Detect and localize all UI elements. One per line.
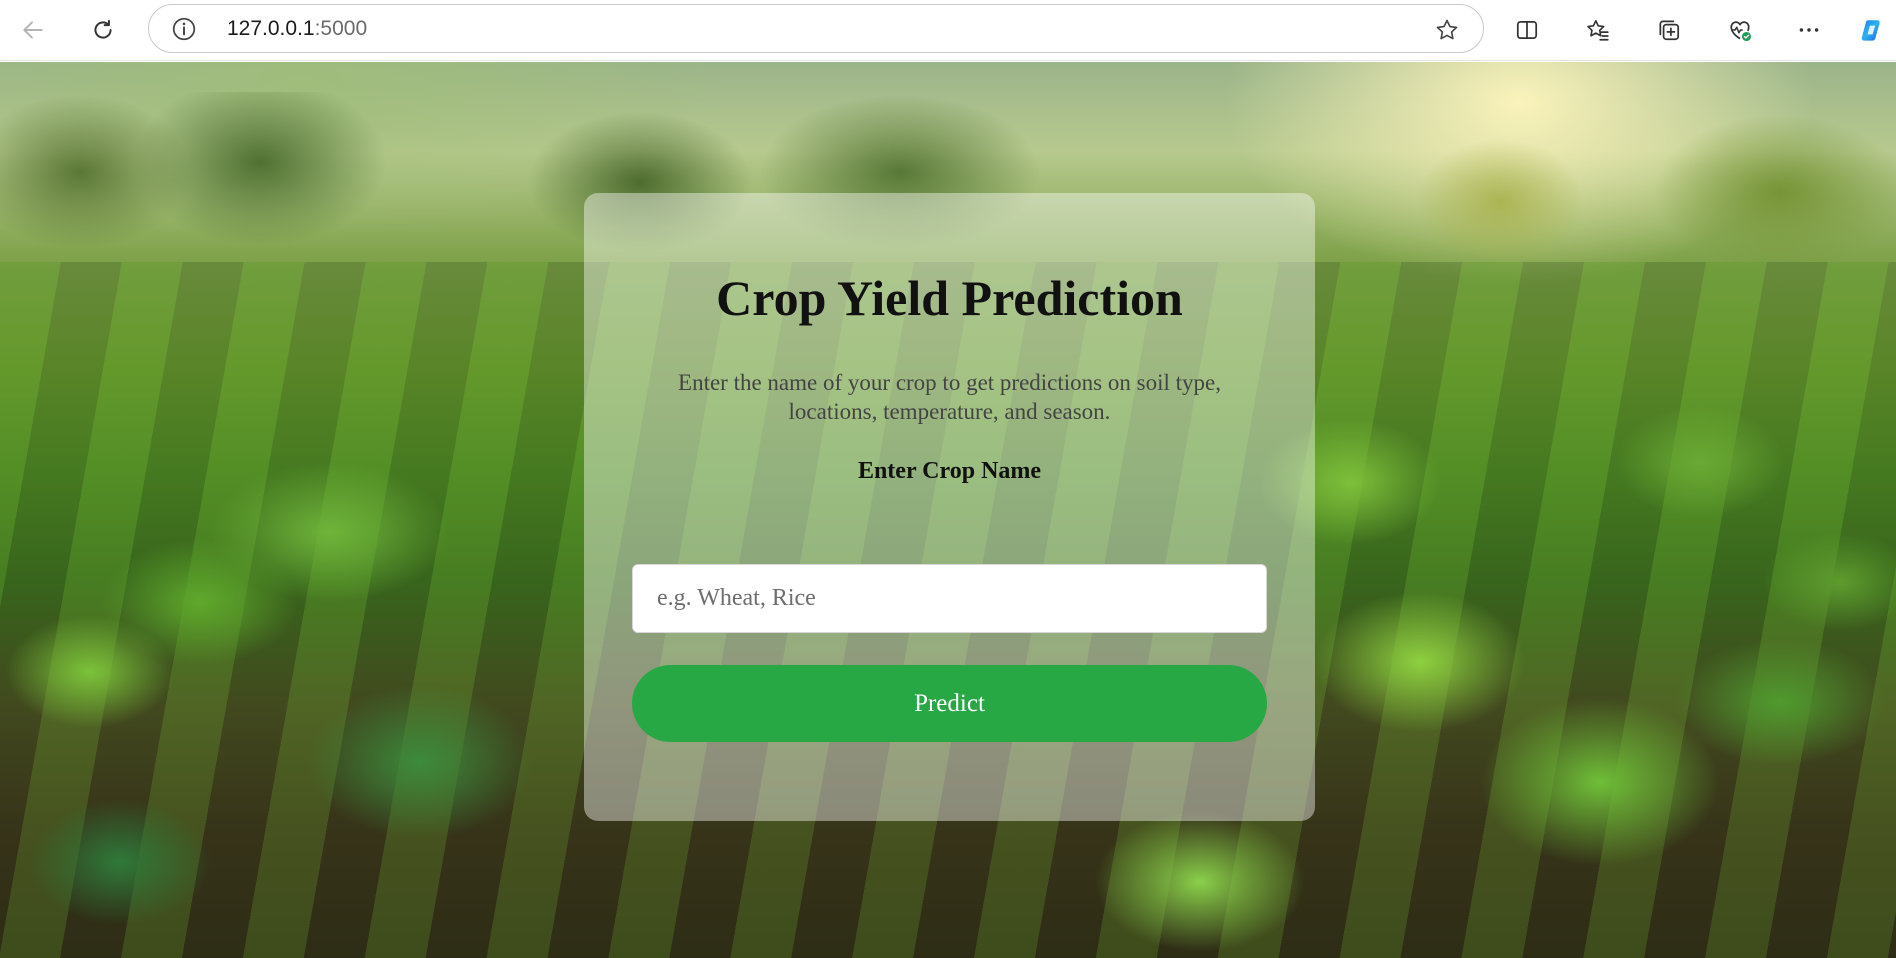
page-title: Crop Yield Prediction bbox=[716, 270, 1183, 326]
copilot-icon[interactable] bbox=[1851, 9, 1893, 51]
browser-toolbar: 127.0.0.1:5000 bbox=[0, 0, 1896, 61]
back-icon[interactable] bbox=[12, 9, 54, 51]
collections-icon[interactable] bbox=[1648, 9, 1690, 51]
address-bar[interactable]: 127.0.0.1:5000 bbox=[148, 4, 1484, 53]
crop-name-input[interactable] bbox=[632, 564, 1267, 633]
url-text[interactable]: 127.0.0.1:5000 bbox=[227, 17, 367, 41]
split-screen-icon[interactable] bbox=[1506, 9, 1548, 51]
favorite-star-icon[interactable] bbox=[1433, 16, 1461, 44]
site-info-icon[interactable] bbox=[171, 16, 197, 42]
refresh-icon[interactable] bbox=[82, 9, 124, 51]
crop-name-label: Enter Crop Name bbox=[857, 458, 1042, 484]
prediction-card: Crop Yield Prediction Enter the name of … bbox=[584, 193, 1315, 821]
page-subtitle: Enter the name of your crop to get predi… bbox=[678, 370, 1221, 424]
favorites-icon[interactable] bbox=[1577, 9, 1619, 51]
url-port: :5000 bbox=[314, 17, 368, 40]
page-background: Crop Yield Prediction Enter the name of … bbox=[0, 62, 1896, 958]
browser-essentials-icon[interactable] bbox=[1719, 9, 1761, 51]
url-host: 127.0.0.1 bbox=[227, 17, 315, 40]
more-icon[interactable] bbox=[1788, 9, 1830, 51]
predict-button[interactable]: Predict bbox=[632, 665, 1267, 742]
